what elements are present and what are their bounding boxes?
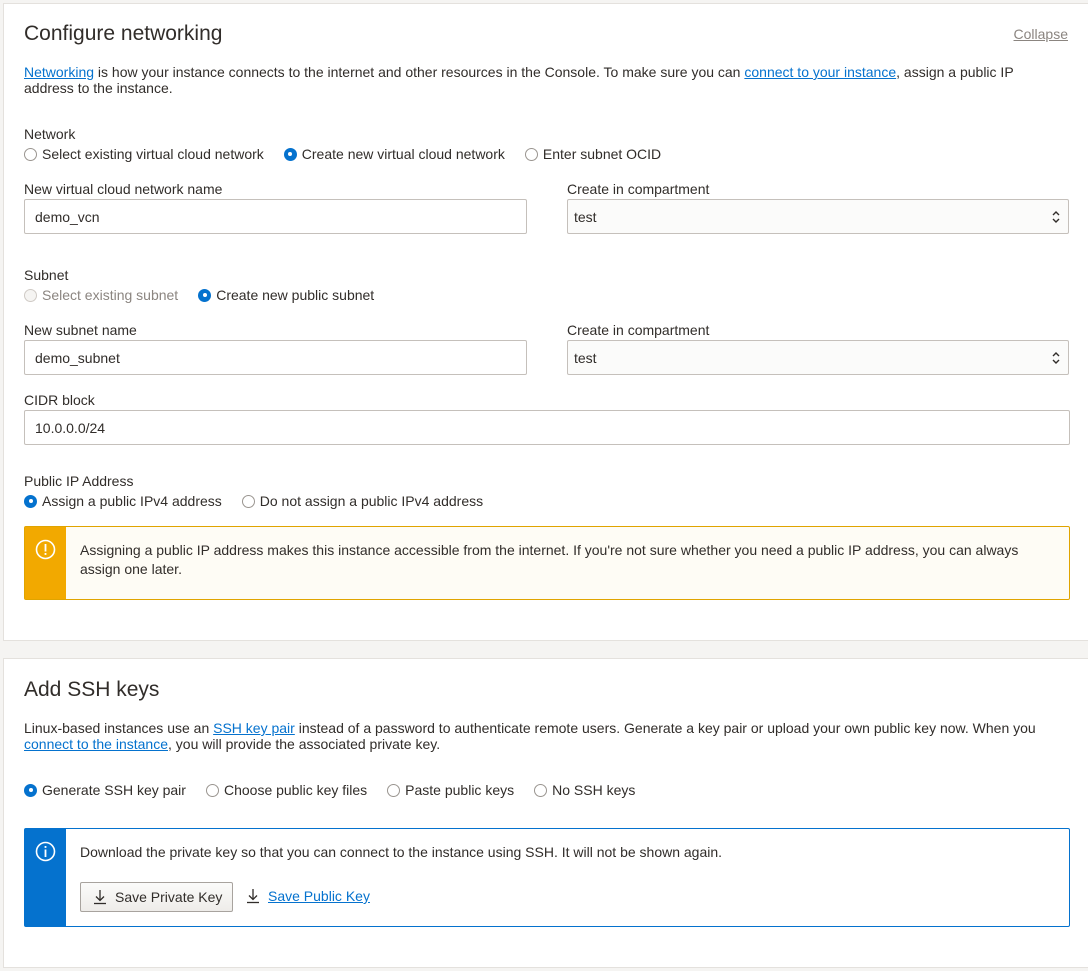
- vcn-compartment-label: Create in compartment: [567, 181, 710, 197]
- networking-link[interactable]: Networking: [24, 64, 94, 80]
- cidr-label: CIDR block: [24, 392, 95, 408]
- radio-label: Assign a public IPv4 address: [42, 493, 222, 509]
- radio-button-checked[interactable]: [198, 288, 212, 302]
- save-public-key-link[interactable]: Save Public Key: [246, 888, 370, 904]
- radio-create-new-public-subnet[interactable]: Create new public subnet: [198, 287, 374, 303]
- download-icon: [247, 889, 259, 904]
- vcn-name-input[interactable]: [24, 199, 527, 234]
- radio-label: Generate SSH key pair: [42, 782, 186, 798]
- radio-choose-public-key-files[interactable]: Choose public key files: [205, 782, 368, 798]
- networking-title: Configure networking: [24, 22, 223, 45]
- collapse-link[interactable]: Collapse: [1014, 26, 1068, 42]
- networking-intro: Networking is how your instance connects…: [24, 64, 1054, 96]
- ssh-intro-text-2: instead of a password to authenticate re…: [294, 720, 1036, 736]
- networking-intro-text-1: is how your instance connects to the int…: [94, 64, 745, 80]
- save-private-key-label: Save Private Key: [115, 889, 223, 905]
- vcn-name-label: New virtual cloud network name: [24, 181, 223, 197]
- warning-text: Assigning a public IP address makes this…: [80, 541, 1060, 579]
- radio-button-checked[interactable]: [283, 147, 297, 161]
- radio-button[interactable]: [534, 783, 548, 797]
- radio-select-existing-subnet: Select existing subnet: [24, 287, 178, 303]
- radio-label: Do not assign a public IPv4 address: [259, 493, 484, 509]
- add-ssh-keys-panel: Add SSH keys Linux-based instances use a…: [3, 658, 1088, 968]
- radio-button-disabled: [24, 288, 37, 302]
- configure-networking-panel: Configure networking Collapse Networking…: [3, 3, 1088, 641]
- public-ip-radio-group: Assign a public IPv4 address Do not assi…: [24, 493, 503, 509]
- connect-to-instance-link[interactable]: connect to your instance: [744, 64, 896, 80]
- radio-enter-subnet-ocid[interactable]: Enter subnet OCID: [524, 146, 662, 162]
- radio-label: Create new public subnet: [216, 287, 375, 303]
- info-sidebar: [25, 829, 66, 926]
- radio-assign-public-ip[interactable]: Assign a public IPv4 address: [24, 493, 222, 509]
- save-private-key-button[interactable]: Save Private Key: [80, 882, 234, 912]
- radio-generate-ssh-key-pair[interactable]: Generate SSH key pair: [24, 782, 186, 798]
- public-ip-warning: Assigning a public IP address makes this…: [24, 526, 1070, 600]
- subnet-compartment-select[interactable]: test: [567, 340, 1069, 375]
- radio-button-checked[interactable]: [24, 783, 37, 797]
- download-icon: [94, 890, 106, 905]
- info-text: Download the private key so that you can…: [80, 844, 723, 860]
- radio-paste-public-keys[interactable]: Paste public keys: [387, 782, 514, 798]
- ssh-intro: Linux-based instances use an SSH key pai…: [24, 720, 1059, 752]
- radio-create-new-vcn[interactable]: Create new virtual cloud network: [283, 146, 505, 162]
- radio-label: No SSH keys: [552, 782, 636, 798]
- radio-label: Create new virtual cloud network: [301, 146, 505, 162]
- warning-sidebar: [25, 527, 66, 599]
- save-public-key-label[interactable]: Save Public Key: [268, 888, 370, 904]
- radio-do-not-assign-public-ip[interactable]: Do not assign a public IPv4 address: [241, 493, 484, 509]
- radio-select-existing-vcn[interactable]: Select existing virtual cloud network: [24, 146, 264, 162]
- subnet-compartment-value: test: [574, 349, 597, 366]
- exclamation-circle-icon: [35, 539, 56, 560]
- chevron-up-down-icon: [1052, 211, 1060, 223]
- radio-no-ssh-keys[interactable]: No SSH keys: [534, 782, 635, 798]
- ssh-key-pair-link[interactable]: SSH key pair: [213, 720, 295, 736]
- radio-button[interactable]: [205, 783, 219, 797]
- vcn-compartment-value: test: [574, 208, 597, 225]
- network-radio-group: Select existing virtual cloud network Cr…: [24, 146, 681, 162]
- radio-button[interactable]: [24, 147, 37, 161]
- radio-button[interactable]: [524, 147, 538, 161]
- radio-label: Select existing virtual cloud network: [42, 146, 264, 162]
- connect-to-the-instance-link[interactable]: connect to the instance: [24, 736, 168, 752]
- info-circle-icon: [35, 841, 56, 862]
- radio-label: Choose public key files: [223, 782, 368, 798]
- radio-button[interactable]: [241, 494, 255, 508]
- radio-label: Paste public keys: [405, 782, 515, 798]
- ssh-title: Add SSH keys: [24, 678, 160, 701]
- subnet-name-label: New subnet name: [24, 322, 137, 338]
- warning-line-2: assign one later.: [80, 561, 182, 577]
- subnet-name-input[interactable]: [24, 340, 527, 375]
- vcn-compartment-select[interactable]: test: [567, 199, 1069, 234]
- radio-label: Enter subnet OCID: [542, 146, 662, 162]
- ssh-radio-group: Generate SSH key pair Choose public key …: [24, 782, 655, 798]
- radio-button[interactable]: [387, 783, 401, 797]
- subnet-label: Subnet: [24, 267, 69, 283]
- warning-line-1: Assigning a public IP address makes this…: [80, 542, 1019, 558]
- radio-label: Select existing subnet: [42, 287, 179, 303]
- chevron-up-down-icon: [1052, 352, 1060, 364]
- download-key-info: Download the private key so that you can…: [24, 828, 1070, 927]
- subnet-compartment-label: Create in compartment: [567, 322, 710, 338]
- network-label: Network: [24, 126, 76, 142]
- ssh-intro-text-3: , you will provide the associated privat…: [168, 736, 441, 752]
- subnet-radio-group: Select existing subnet Create new public…: [24, 287, 394, 303]
- ssh-intro-text-1: Linux-based instances use an: [24, 720, 214, 736]
- cidr-input[interactable]: [24, 410, 1070, 445]
- public-ip-label: Public IP Address: [24, 473, 134, 489]
- radio-button-checked[interactable]: [24, 494, 37, 508]
